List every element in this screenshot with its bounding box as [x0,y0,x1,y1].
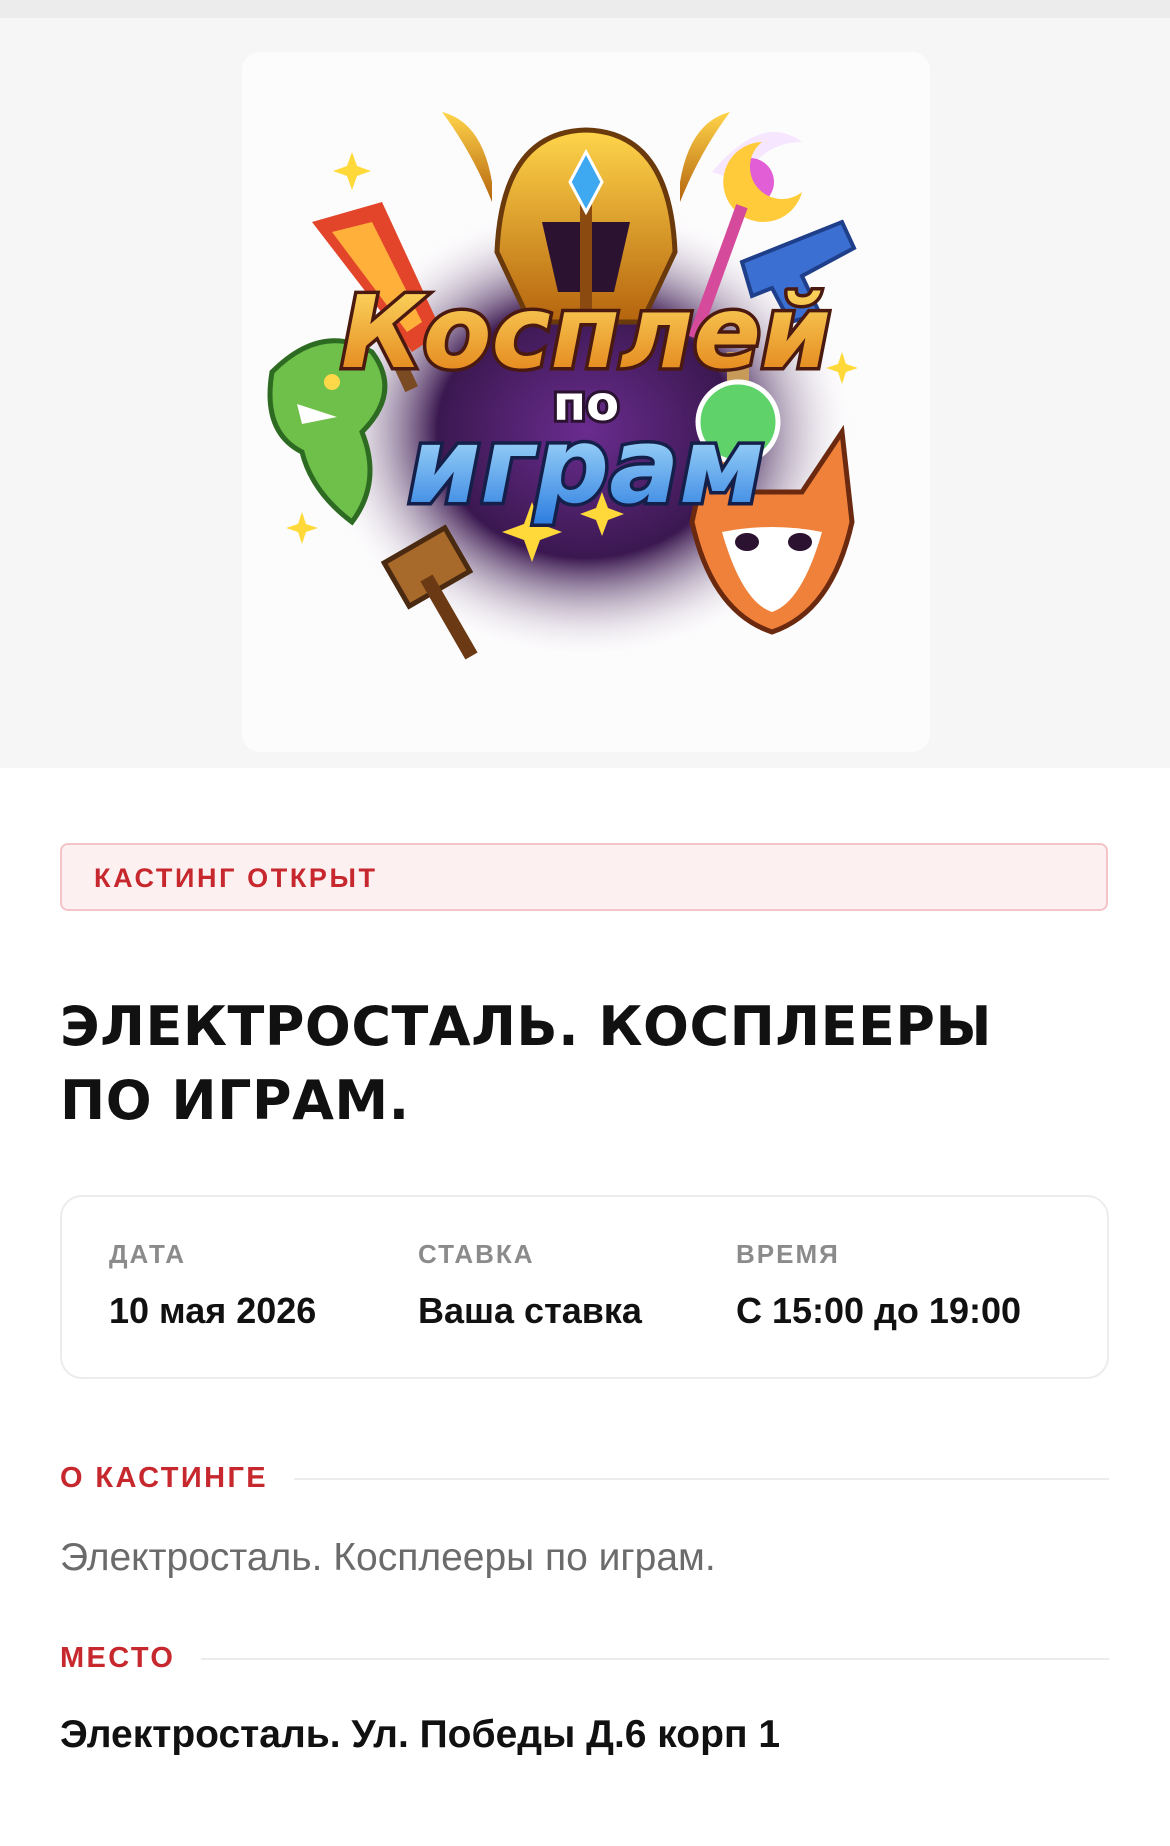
place-section-heading: МЕСТО [60,1640,1109,1676]
place-address: Электросталь. Ул. Победы Д.6 корп 1 [60,1713,781,1756]
time-value: С 15:00 до 19:00 [736,1290,1021,1331]
page-title-line1: ЭЛЕКТРОСТАЛЬ. КОСПЛЕЕРЫ [60,995,992,1058]
info-date: ДАТА 10 мая 2026 [109,1239,316,1331]
poster-title-line3: играм [408,405,765,527]
rate-value: Ваша ставка [418,1290,642,1331]
event-info-card: ДАТА 10 мая 2026 СТАВКА Ваша ставка ВРЕМ… [60,1195,1109,1379]
date-label: ДАТА [109,1239,187,1269]
casting-status-badge: КАСТИНГ ОТКРЫТ [60,843,1108,911]
rate-label: СТАВКА [418,1239,535,1269]
status-badge-label: КАСТИНГ ОТКРЫТ [94,863,378,893]
event-poster-image: Косплей по играм [242,52,930,752]
date-value: 10 мая 2026 [109,1290,317,1331]
about-section-heading: О КАСТИНГЕ [60,1460,1109,1496]
page-title: ЭЛЕКТРОСТАЛЬ. КОСПЛЕЕРЫ ПО ИГРАМ. [60,990,1120,1138]
place-heading-label: МЕСТО [60,1640,202,1676]
hero-image-area: Косплей по играм [0,18,1170,768]
top-status-strip [0,0,1170,18]
page-title-line2: ПО ИГРАМ. [60,1069,410,1132]
poster-title-line1: Косплей [341,274,831,391]
section-divider [60,1658,1109,1660]
about-heading-label: О КАСТИНГЕ [60,1460,295,1496]
time-label: ВРЕМЯ [736,1239,840,1269]
info-rate: СТАВКА Ваша ставка [418,1239,642,1331]
about-text: Электросталь. Косплееры по играм. [60,1536,716,1579]
info-time: ВРЕМЯ С 15:00 до 19:00 [736,1239,1021,1331]
